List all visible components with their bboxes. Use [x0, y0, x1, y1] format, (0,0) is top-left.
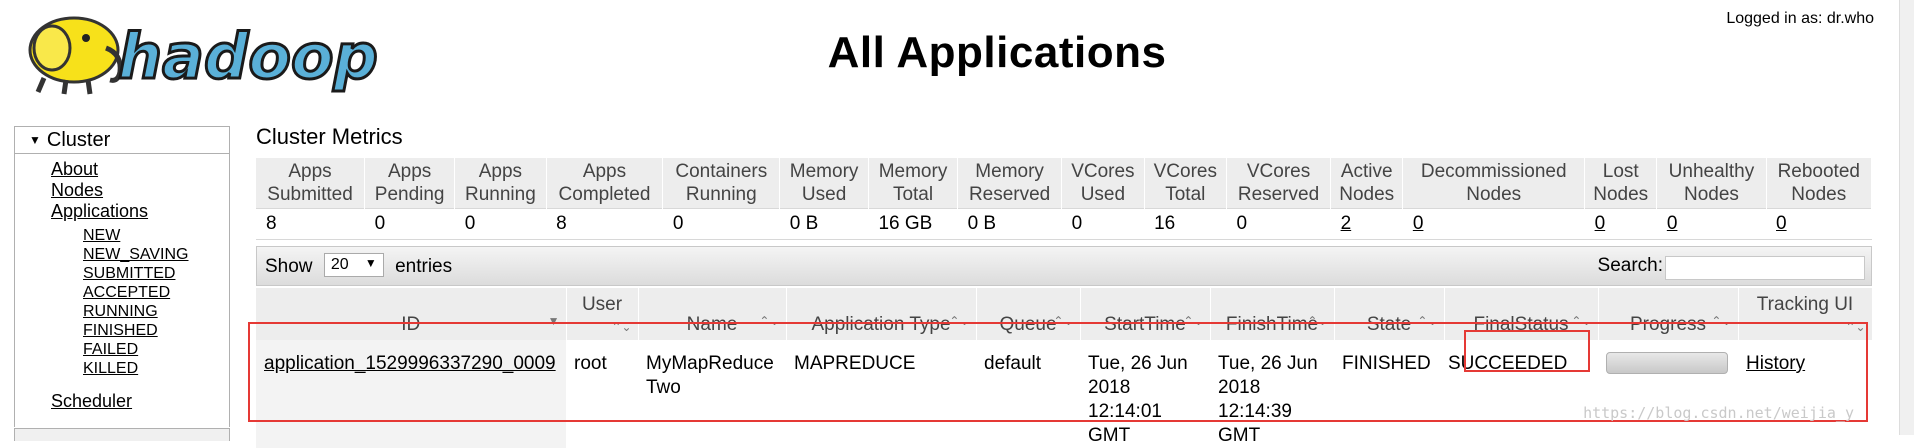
- metric-header-memory-total: Memory Total: [868, 158, 959, 209]
- metric-memory-total: 16 GB: [868, 208, 958, 240]
- metric-vcores-used: 0: [1061, 208, 1145, 240]
- metric-header-rebooted-nodes: Rebooted Nodes: [1766, 158, 1873, 209]
- highlight-finalstatus-annotation: [1464, 330, 1590, 372]
- entries-select[interactable]: 20 ▼: [323, 253, 384, 277]
- dropdown-arrow-icon: ▼: [364, 256, 377, 270]
- metric-header-vcores-reserved: VCores Reserved: [1226, 158, 1332, 209]
- sidebar-cluster-label: Cluster: [46, 129, 111, 151]
- metric-header-vcores-used: VCores Used: [1061, 158, 1145, 209]
- lost-nodes-link[interactable]: 0: [1595, 213, 1606, 234]
- search-label: Search:: [1597, 255, 1663, 276]
- metric-memory-used: 0 B: [779, 208, 869, 240]
- metric-apps-pending: 0: [364, 208, 455, 240]
- sidebar-state-finished[interactable]: FINISHED: [83, 322, 158, 340]
- metric-header-lost-nodes: Lost Nodes: [1584, 158, 1658, 209]
- rebooted-nodes-link[interactable]: 0: [1776, 213, 1787, 234]
- metric-header-containers-running: Containers Running: [662, 158, 781, 209]
- cluster-metrics-table: Apps Submitted Apps Pending Apps Running Ap…: [256, 158, 1873, 240]
- metrics-values-row: 8 0 0 8 0 0 B 16 GB 0 B 0 16 0 2 0 0 0 0: [256, 208, 1872, 240]
- active-nodes-link[interactable]: 2: [1341, 213, 1352, 234]
- metric-memory-reserved: 0 B: [957, 208, 1062, 240]
- search-input[interactable]: [1665, 256, 1865, 280]
- metric-apps-submitted: 8: [256, 208, 365, 240]
- metric-rebooted-nodes: 0: [1766, 208, 1872, 240]
- metric-header-apps-pending: Apps Pending: [364, 158, 456, 209]
- logged-in-user: Logged in as: dr.who: [1726, 10, 1874, 27]
- metric-containers-running: 0: [662, 208, 780, 240]
- metric-header-decommissioned-nodes: Decommissioned Nodes: [1402, 158, 1586, 209]
- metric-header-apps-running: Apps Running: [454, 158, 547, 209]
- sidebar: ▼ Cluster About Nodes Applications NEW NE…: [14, 126, 230, 427]
- sidebar-link-nodes[interactable]: Nodes: [51, 180, 103, 201]
- decommissioned-nodes-link[interactable]: 0: [1413, 213, 1424, 234]
- metric-header-active-nodes: Active Nodes: [1330, 158, 1404, 209]
- page-title: All Applications: [827, 28, 1167, 77]
- sidebar-state-killed[interactable]: KILLED: [83, 360, 138, 378]
- entries-select-value: 20: [330, 256, 349, 273]
- metric-header-memory-used: Memory Used: [779, 158, 869, 209]
- entries-control: Show 20 ▼ entries: [265, 253, 453, 279]
- sidebar-link-about[interactable]: About: [51, 159, 98, 180]
- table-toolbar: Show 20 ▼ entries Search:: [256, 246, 1872, 286]
- unhealthy-nodes-link[interactable]: 0: [1667, 213, 1678, 234]
- show-label: Show: [265, 256, 313, 278]
- metric-apps-running: 0: [454, 208, 547, 240]
- metric-vcores-total: 16: [1144, 208, 1227, 240]
- sidebar-state-failed[interactable]: FAILED: [83, 341, 138, 359]
- metric-apps-completed: 8: [546, 208, 663, 240]
- watermark: https://blog.csdn.net/weijia_y: [1583, 404, 1854, 422]
- metric-header-memory-reserved: Memory Reserved: [957, 158, 1063, 209]
- metric-header-unhealthy-nodes: Unhealthy Nodes: [1656, 158, 1767, 209]
- metric-vcores-reserved: 0: [1226, 208, 1331, 240]
- metric-header-vcores-total: VCores Total: [1144, 158, 1228, 209]
- sidebar-link-applications[interactable]: Applications: [51, 201, 148, 222]
- sidebar-state-new-saving[interactable]: NEW_SAVING: [83, 246, 189, 264]
- metric-header-apps-submitted: Apps Submitted: [256, 158, 366, 209]
- sidebar-cluster-header[interactable]: ▼ Cluster: [15, 127, 229, 154]
- sidebar-state-running[interactable]: RUNNING: [83, 303, 158, 321]
- sidebar-state-new[interactable]: NEW: [83, 227, 120, 245]
- metric-active-nodes: 2: [1330, 208, 1403, 240]
- cluster-metrics-title: Cluster Metrics: [256, 124, 403, 149]
- vertical-scrollbar[interactable]: [1899, 0, 1914, 435]
- collapse-triangle-icon: ▼: [29, 133, 41, 147]
- sidebar-state-accepted[interactable]: ACCEPTED: [83, 284, 170, 302]
- metric-lost-nodes: 0: [1584, 208, 1657, 240]
- metric-unhealthy-nodes: 0: [1656, 208, 1767, 240]
- entries-label: entries: [395, 256, 453, 278]
- sidebar-state-submitted[interactable]: SUBMITTED: [83, 265, 175, 283]
- metric-decommissioned-nodes: 0: [1402, 208, 1585, 240]
- metric-header-apps-completed: Apps Completed: [546, 158, 664, 209]
- sidebar-link-scheduler[interactable]: Scheduler: [51, 391, 132, 412]
